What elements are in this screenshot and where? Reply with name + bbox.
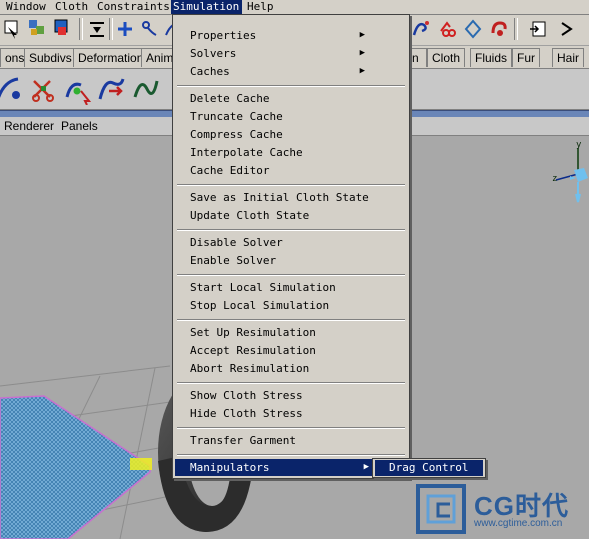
menu-item-label: Solvers — [190, 47, 237, 60]
menu-item-hide-cloth-stress[interactable]: Hide Cloth Stress — [175, 405, 407, 422]
cg-logo-icon — [416, 484, 466, 534]
menu-simulation[interactable]: Simulation — [171, 0, 242, 14]
menu-help[interactable]: Help — [245, 0, 276, 14]
shelf-tab-deformation[interactable]: Deformation — [73, 48, 149, 67]
menu-item-disable-solver[interactable]: Disable Solver — [175, 234, 407, 251]
menu-separator — [177, 184, 405, 186]
input-output-icon[interactable] — [528, 17, 550, 41]
menu-separator — [177, 85, 405, 87]
axis-y-label: y — [576, 140, 582, 150]
snap-curve-icon[interactable] — [138, 17, 160, 41]
menu-item-setup-resimulation[interactable]: Set Up Resimulation — [175, 324, 407, 341]
shelf-tab-dynamics[interactable]: n — [407, 48, 427, 67]
lasso-tool-icon[interactable] — [26, 17, 48, 41]
menu-bar: Window Cloth Constraints Simulation Help — [0, 0, 589, 15]
cloth-constraint-icon[interactable] — [97, 73, 127, 105]
submenu-arrow-icon: ▶ — [363, 462, 369, 472]
menu-item-label: Manipulators — [190, 461, 270, 474]
cloth-solver-icon[interactable] — [131, 73, 161, 105]
menu-item-compress-cache[interactable]: Compress Cache — [175, 126, 407, 143]
menu-item-cache-editor[interactable]: Cache Editor — [175, 162, 407, 179]
cloth-mesh[interactable] — [0, 395, 151, 539]
snap-point-icon[interactable] — [114, 17, 136, 41]
shelf-tab-cloth[interactable]: Cloth — [427, 48, 466, 67]
menu-item-enable-solver[interactable]: Enable Solver — [175, 252, 407, 269]
menu-item-start-local-simulation[interactable]: Start Local Simulation — [175, 279, 407, 296]
manipulators-submenu: Drag Control — [372, 458, 486, 478]
menu-item-abort-resimulation[interactable]: Abort Resimulation — [175, 360, 407, 377]
menu-separator — [177, 382, 405, 384]
toolbar-divider — [79, 18, 83, 40]
garment-cut-icon[interactable] — [28, 73, 58, 105]
menu-item-interpolate-cache[interactable]: Interpolate Cache — [175, 144, 407, 161]
paint-select-icon[interactable] — [52, 17, 74, 41]
cloth-vertex-selection — [130, 458, 152, 470]
forward-arrow-icon[interactable] — [556, 17, 578, 41]
hypershade-icon[interactable] — [488, 17, 510, 41]
menu-item-properties[interactable]: Properties ▶ — [175, 27, 407, 44]
submenu-arrow-icon: ▶ — [359, 30, 365, 40]
watermark-logo: CG时代 www.cgtime.com.cn — [414, 480, 589, 539]
menu-item-stop-local-simulation[interactable]: Stop Local Simulation — [175, 297, 407, 314]
simulation-menu: Properties ▶ Solvers ▶ Caches ▶ Delete Cach… — [172, 14, 410, 479]
menu-item-caches[interactable]: Caches ▶ — [175, 63, 407, 80]
menu-item-save-initial-state[interactable]: Save as Initial Cloth State — [175, 189, 407, 206]
shelf-tab-fluids[interactable]: Fluids — [470, 48, 513, 67]
menu-window[interactable]: Window — [4, 0, 48, 14]
menu-separator — [177, 427, 405, 429]
shelf-tab-fur[interactable]: Fur — [512, 48, 540, 67]
menu-item-solvers[interactable]: Solvers ▶ — [175, 45, 407, 62]
menu-item-accept-resimulation[interactable]: Accept Resimulation — [175, 342, 407, 359]
toolbar-divider — [514, 18, 518, 40]
menu-item-update-cloth-state[interactable]: Update Cloth State — [175, 207, 407, 224]
menu-separator — [177, 229, 405, 231]
menu-separator — [177, 274, 405, 276]
menu-item-transfer-garment[interactable]: Transfer Garment — [175, 432, 407, 449]
watermark-url: www.cgtime.com.cn — [474, 518, 563, 529]
ipr-render-icon[interactable] — [436, 17, 458, 41]
render-icon[interactable] — [410, 17, 432, 41]
menu-item-show-cloth-stress[interactable]: Show Cloth Stress — [175, 387, 407, 404]
submenu-arrow-icon: ▶ — [359, 66, 365, 76]
submenu-arrow-icon: ▶ — [359, 48, 365, 58]
menu-cloth[interactable]: Cloth — [53, 0, 90, 14]
shelf-tab-surfaces[interactable]: ons — [0, 48, 26, 67]
menu-separator — [177, 319, 405, 321]
menu-item-label: Properties — [190, 29, 257, 42]
grid-snap-icon[interactable] — [86, 17, 108, 41]
render-settings-icon[interactable] — [462, 17, 484, 41]
select-tool-icon[interactable] — [2, 17, 24, 41]
menu-item-drag-control[interactable]: Drag Control — [375, 460, 483, 476]
seam-create-icon[interactable] — [63, 73, 93, 105]
menu-separator — [177, 454, 405, 456]
menu-item-label: Caches — [190, 65, 230, 78]
create-panel-icon[interactable] — [0, 73, 24, 105]
toolbar-divider — [109, 18, 113, 40]
panel-menu-renderer[interactable]: Renderer — [4, 119, 54, 133]
axis-z-label: z — [552, 174, 558, 184]
panel-menu-panels[interactable]: Panels — [61, 119, 98, 133]
menu-item-delete-cache[interactable]: Delete Cache — [175, 90, 407, 107]
shelf-tab-subdivs[interactable]: Subdivs — [24, 48, 77, 67]
shelf-tab-hair[interactable]: Hair — [552, 48, 585, 67]
menu-constraints[interactable]: Constraints — [95, 0, 172, 14]
menu-item-truncate-cache[interactable]: Truncate Cache — [175, 108, 407, 125]
